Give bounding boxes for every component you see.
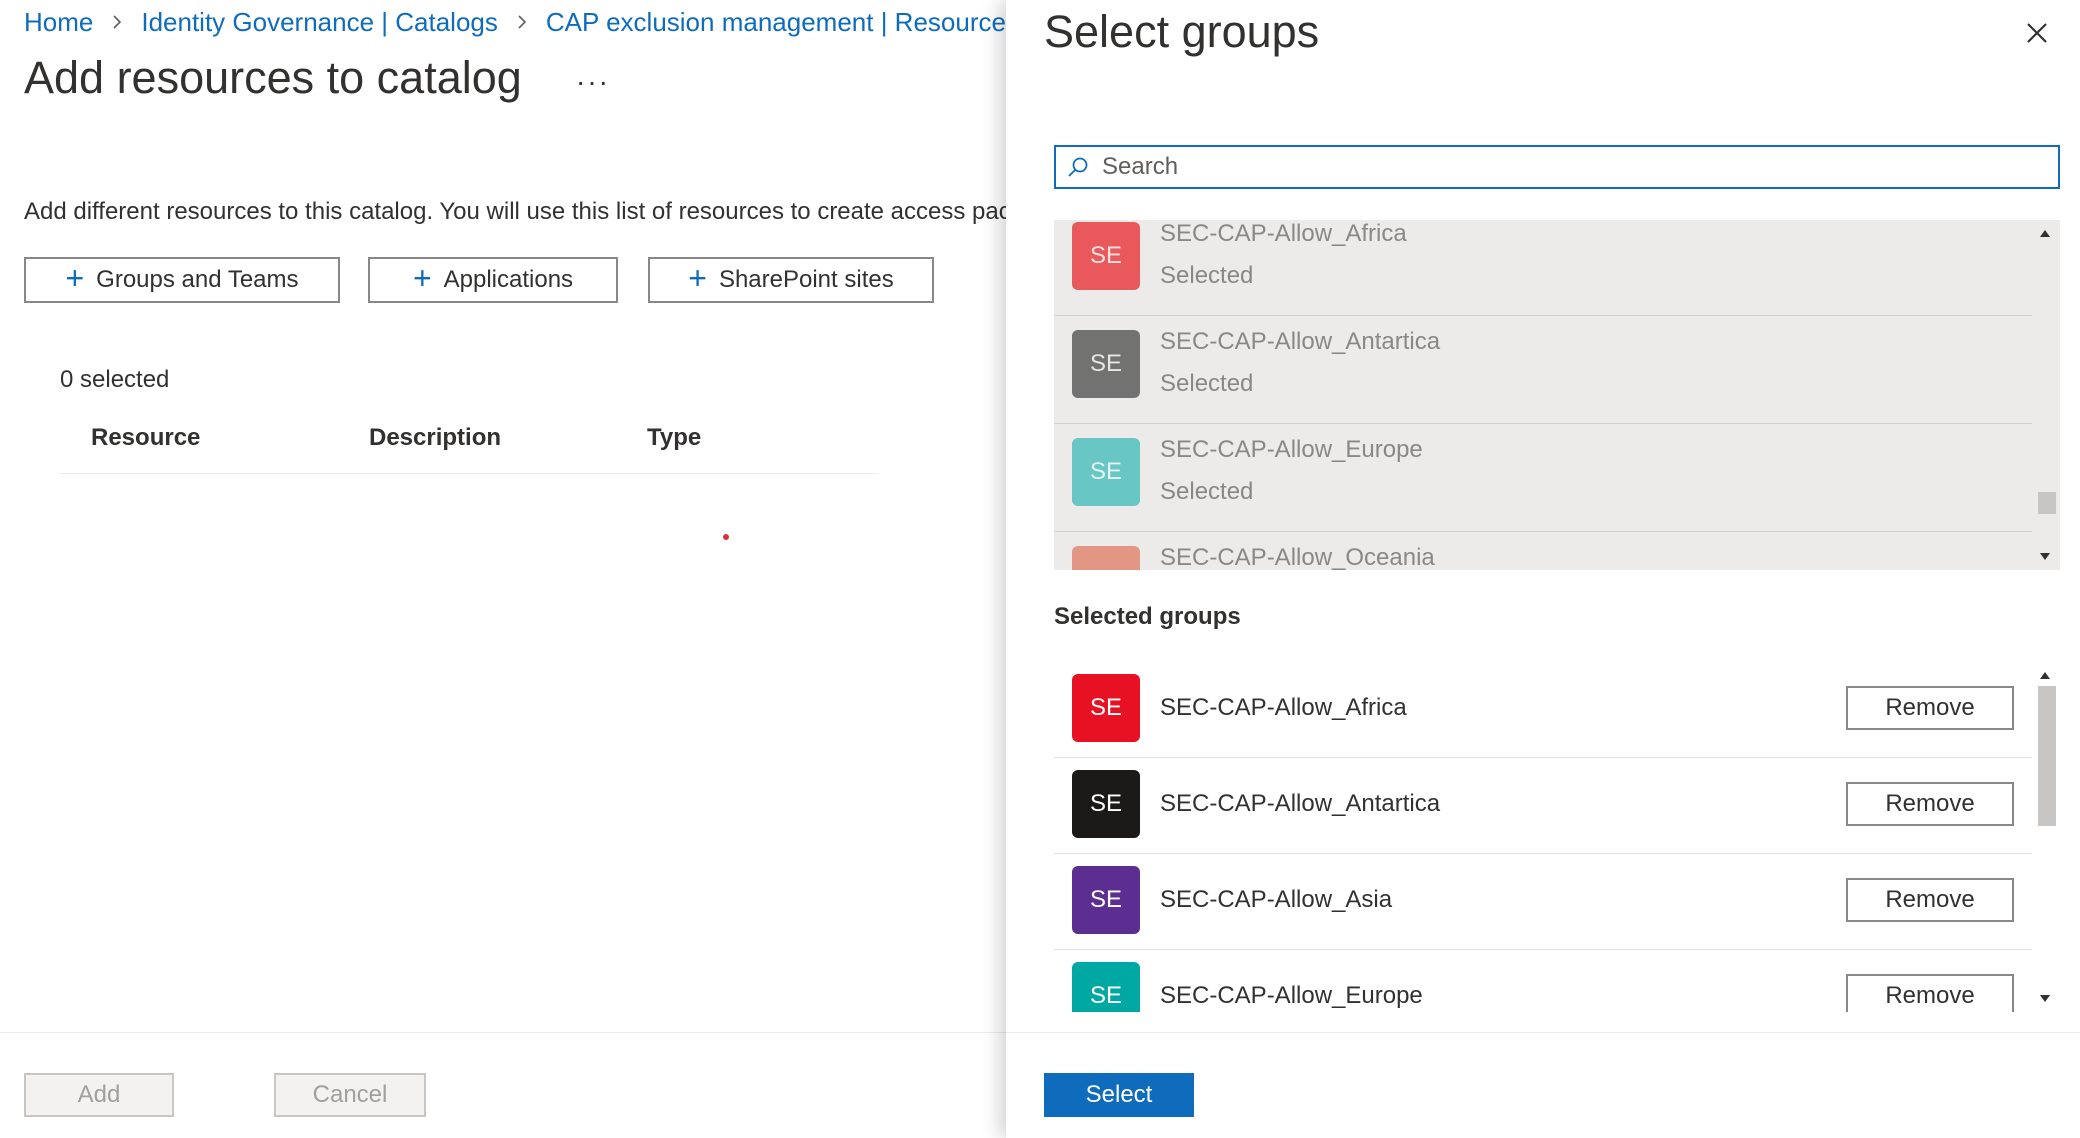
search-icon (1068, 157, 1088, 177)
breadcrumb-catalogs[interactable]: Identity Governance | Catalogs (141, 7, 498, 38)
chevron-right-icon (514, 14, 530, 30)
close-icon[interactable] (2022, 18, 2052, 48)
cursor-dot (723, 534, 729, 540)
list-item[interactable]: SE SEC-CAP-Allow_Africa Selected (1054, 220, 2032, 316)
avatar-initials: SE (1089, 350, 1122, 377)
avatar-initials: SE (1089, 886, 1122, 913)
selected-group-name: SEC-CAP-Allow_Africa (1160, 694, 1407, 721)
selected-count: 0 selected (60, 366, 170, 393)
avatar: SE (1072, 438, 1140, 506)
remove-button[interactable]: Remove (1846, 686, 2014, 730)
avatar-initials: SE (1089, 694, 1122, 721)
avatar-initials: SE (1089, 242, 1122, 269)
selected-group-name: SEC-CAP-Allow_Europe (1160, 982, 1423, 1009)
avatar: SE (1072, 222, 1140, 290)
cancel-button[interactable]: Cancel (274, 1073, 426, 1117)
page-title: Add resources to catalog (24, 52, 522, 103)
remove-button[interactable]: Remove (1846, 974, 2014, 1012)
list-item[interactable]: SE SEC-CAP-Allow_Antartica Selected (1054, 316, 2032, 424)
column-header-type[interactable]: Type (647, 424, 701, 452)
column-header-resource[interactable]: Resource (91, 424, 200, 452)
selected-group-name: SEC-CAP-Allow_Asia (1160, 886, 1393, 913)
remove-button[interactable]: Remove (1846, 878, 2014, 922)
avatar-initials: SE (1090, 566, 1122, 570)
result-name: SEC-CAP-Allow_Oceania (1160, 544, 1435, 570)
plus-icon: + (412, 260, 432, 296)
plus-icon: + (65, 260, 85, 296)
add-sharepoint-button[interactable]: + SharePoint sites (648, 257, 934, 303)
panel-title: Select groups (1044, 6, 1320, 57)
table-divider (60, 473, 878, 474)
avatar: SE (1072, 866, 1140, 934)
list-item[interactable]: SE SEC-CAP-Allow_Oceania (1054, 532, 2032, 570)
page-description: Add different resources to this catalog.… (24, 198, 1006, 225)
list-item: SE SEC-CAP-Allow_Europe Remove (1054, 950, 2032, 1012)
chevron-right-icon (109, 14, 125, 30)
scroll-up-icon[interactable] (2040, 672, 2050, 679)
selected-scrollbar[interactable] (2034, 662, 2060, 1012)
add-applications-button[interactable]: + Applications (368, 257, 618, 303)
search-results-list: SE SEC-CAP-Allow_Africa Selected SE SEC-… (1054, 220, 2060, 570)
selected-group-name: SEC-CAP-Allow_Antartica (1160, 790, 1441, 817)
avatar: SE (1072, 674, 1140, 742)
add-groups-teams-button[interactable]: + Groups and Teams (24, 257, 340, 303)
search-box[interactable] (1054, 145, 2060, 189)
result-status: Selected (1160, 262, 1254, 289)
result-name: SEC-CAP-Allow_Antartica (1160, 328, 1441, 355)
select-button[interactable]: Select (1044, 1073, 1194, 1117)
avatar: SE (1072, 962, 1140, 1012)
more-options-button[interactable]: ··· (576, 66, 610, 98)
avatar: SE (1072, 770, 1140, 838)
select-groups-panel: Select groups SE SEC-CAP-Allow_Africa Se… (1006, 0, 2080, 1138)
selected-groups-list: SE SEC-CAP-Allow_Africa Remove SE SEC-CA… (1054, 662, 2060, 1012)
avatar-initials: SE (1089, 982, 1122, 1009)
scroll-up-icon[interactable] (2040, 230, 2050, 237)
avatar-initials: SE (1089, 458, 1122, 485)
avatar: SE (1072, 546, 1140, 570)
add-sharepoint-label: SharePoint sites (718, 266, 894, 293)
scroll-thumb[interactable] (2038, 686, 2056, 826)
column-header-description[interactable]: Description (369, 424, 501, 452)
list-item: SE SEC-CAP-Allow_Antartica Remove (1054, 758, 2032, 854)
panel-footer-divider (1006, 1032, 2080, 1033)
footer-divider (0, 1032, 1006, 1033)
add-applications-label: Applications (443, 266, 574, 293)
results-scrollbar[interactable] (2034, 220, 2060, 570)
add-button[interactable]: Add (24, 1073, 174, 1117)
breadcrumb: Home Identity Governance | Catalogs CAP … (24, 4, 1006, 40)
add-groups-teams-label: Groups and Teams (96, 266, 299, 293)
result-name: SEC-CAP-Allow_Europe (1160, 436, 1423, 463)
result-status: Selected (1160, 478, 1254, 505)
avatar: SE (1072, 330, 1140, 398)
catalog-page: Home Identity Governance | Catalogs CAP … (0, 0, 1006, 1138)
list-item: SE SEC-CAP-Allow_Africa Remove (1054, 662, 2032, 758)
scroll-thumb[interactable] (2038, 492, 2056, 514)
result-status: Selected (1160, 370, 1254, 397)
plus-icon: + (688, 260, 707, 296)
list-item: SE SEC-CAP-Allow_Asia Remove (1054, 854, 2032, 950)
selected-groups-heading: Selected groups (1054, 603, 1241, 630)
remove-button[interactable]: Remove (1846, 782, 2014, 826)
breadcrumb-resources[interactable]: CAP exclusion management | Resources (546, 7, 1006, 38)
scroll-down-icon[interactable] (2040, 995, 2050, 1002)
breadcrumb-home[interactable]: Home (24, 7, 93, 38)
avatar-initials: SE (1089, 790, 1122, 817)
scroll-down-icon[interactable] (2040, 553, 2050, 560)
search-input[interactable] (1100, 152, 2004, 182)
result-name: SEC-CAP-Allow_Africa (1160, 220, 1407, 247)
list-item[interactable]: SE SEC-CAP-Allow_Europe Selected (1054, 424, 2032, 532)
